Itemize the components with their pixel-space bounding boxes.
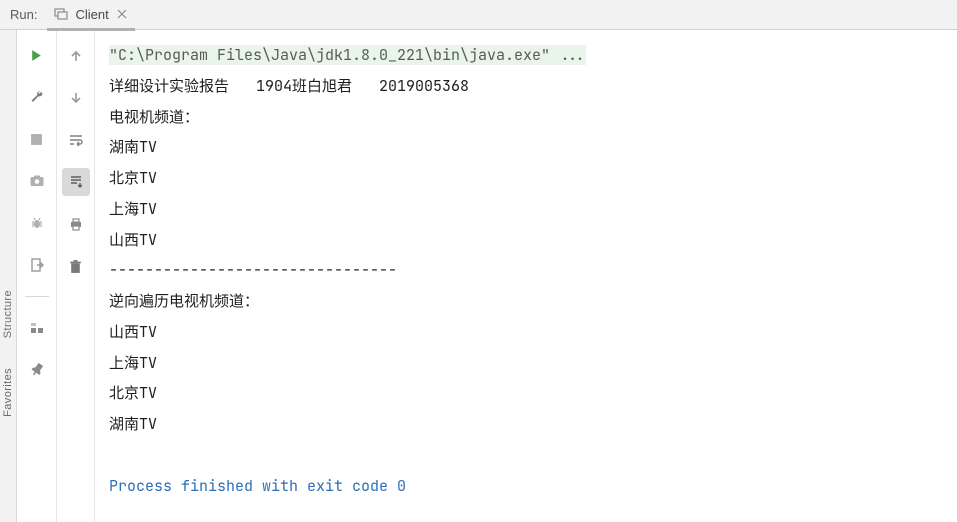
up-arrow-icon[interactable]: [62, 42, 90, 70]
run-body: Structure Favorites: [0, 30, 957, 522]
separator: [25, 296, 49, 297]
console-lines: 详细设计实验报告 1904班白旭君 2019005368 电视机频道： 湖南TV…: [109, 76, 469, 434]
run-label: Run:: [10, 7, 37, 22]
run-header: Run: Client: [0, 0, 957, 30]
wrench-icon[interactable]: [24, 84, 50, 110]
run-tab-client[interactable]: Client: [47, 1, 134, 31]
camera-icon[interactable]: [24, 168, 50, 194]
run-tool-column-left: [17, 30, 57, 522]
left-tool-strip: Structure Favorites: [0, 30, 17, 522]
close-icon[interactable]: [115, 7, 129, 21]
pin-icon[interactable]: [24, 357, 50, 383]
command-line: "C:\Program Files\Java\jdk1.8.0_221\bin\…: [109, 45, 586, 65]
sidebar-item-structure[interactable]: Structure: [2, 290, 14, 338]
scroll-to-end-icon[interactable]: [62, 168, 90, 196]
console-output[interactable]: "C:\Program Files\Java\jdk1.8.0_221\bin\…: [95, 30, 957, 522]
down-arrow-icon[interactable]: [62, 84, 90, 112]
rerun-icon[interactable]: [24, 42, 50, 68]
exit-line: Process finished with exit code 0: [109, 476, 406, 496]
stop-icon[interactable]: [24, 126, 50, 152]
bug-icon[interactable]: [24, 210, 50, 236]
soft-wrap-icon[interactable]: [62, 126, 90, 154]
sidebar-item-favorites[interactable]: Favorites: [2, 368, 14, 417]
layout-icon[interactable]: [24, 315, 50, 341]
run-tool-column-right: [57, 30, 95, 522]
run-tab-title: Client: [75, 7, 108, 22]
exit-icon[interactable]: [24, 252, 50, 278]
print-icon[interactable]: [62, 210, 90, 238]
run-config-icon: [53, 6, 69, 22]
trash-icon[interactable]: [62, 252, 90, 280]
